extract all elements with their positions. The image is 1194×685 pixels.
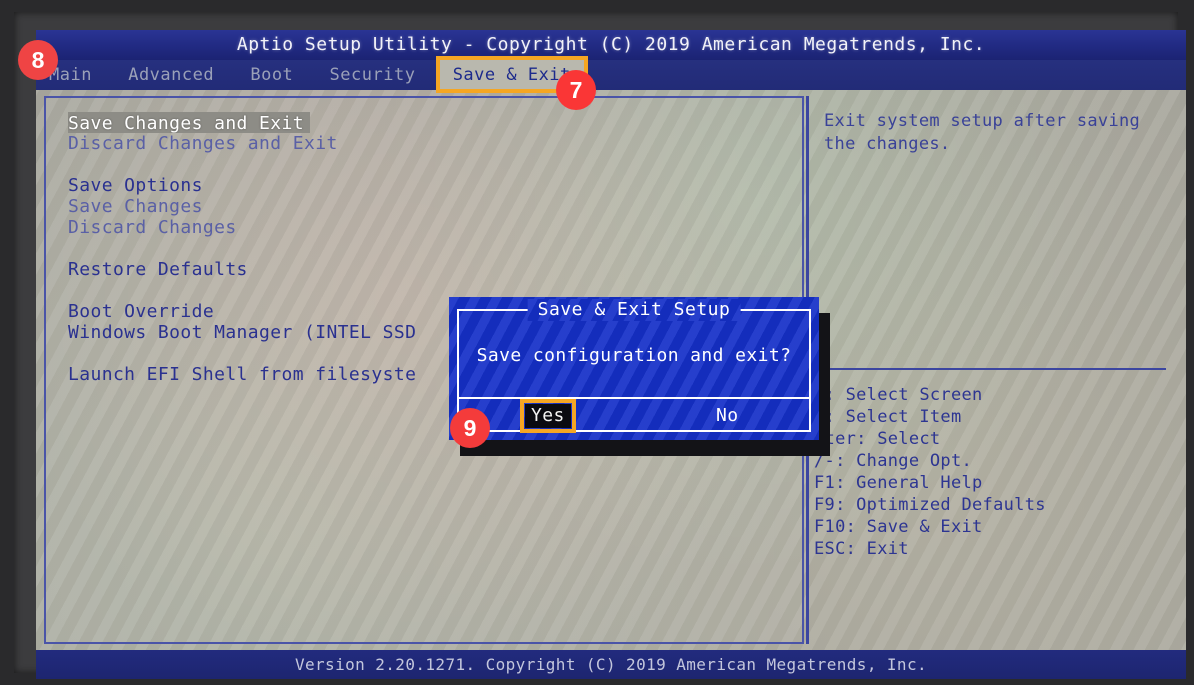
dialog-yes-button[interactable]: Yes	[520, 399, 576, 433]
dialog-title: Save & Exit Setup	[528, 299, 741, 321]
menu-item-restore-defaults[interactable]: Restore Defaults	[68, 259, 788, 280]
key-legend-change-opt: /-: Change Opt.	[814, 451, 973, 471]
tab-boot[interactable]: Boot	[237, 60, 306, 90]
menu-item-save-changes[interactable]: Save Changes	[68, 196, 788, 217]
key-legend-esc-exit: ESC: Exit	[814, 539, 909, 559]
key-legend: ↔: Select Screen ↓: Select Item nter: Se…	[814, 384, 1174, 560]
monitor-bezel-inner: Aptio Setup Utility - Copyright (C) 2019…	[14, 12, 1186, 679]
menu-item-save-changes-and-exit[interactable]: Save Changes and Exit	[68, 112, 310, 133]
monitor-bezel: Aptio Setup Utility - Copyright (C) 2019…	[0, 0, 1194, 685]
menu-item-discard-changes-and-exit[interactable]: Discard Changes and Exit	[68, 133, 788, 154]
footer-version: Version 2.20.1271. Copyright (C) 2019 Am…	[36, 650, 1186, 679]
list-spacer-2	[68, 238, 788, 259]
tab-advanced[interactable]: Advanced	[115, 60, 227, 90]
key-legend-select-item: ↓: Select Item	[814, 407, 962, 427]
key-legend-select-screen: ↔: Select Screen	[814, 385, 983, 405]
key-legend-general-help: F1: General Help	[814, 473, 983, 493]
menu-item-discard-changes[interactable]: Discard Changes	[68, 217, 788, 238]
step-badge-7: 7	[556, 70, 596, 110]
step-badge-9: 9	[450, 408, 490, 448]
dialog-no-button[interactable]: No	[710, 404, 744, 428]
help-separator	[818, 368, 1166, 370]
list-spacer-1	[68, 154, 788, 175]
dialog-buttons: Yes No	[459, 399, 809, 433]
key-legend-save-and-exit: F10: Save & Exit	[814, 517, 983, 537]
page-title: Aptio Setup Utility - Copyright (C) 2019…	[36, 30, 1186, 60]
help-pane: Exit system setup after saving the chang…	[806, 96, 1178, 644]
save-exit-dialog: Save & Exit Setup Save configuration and…	[449, 297, 819, 440]
menu-tab-bar: Main Advanced Boot Security Save & Exit	[36, 56, 1186, 93]
step-badge-8: 8	[18, 40, 58, 80]
bios-screen: Aptio Setup Utility - Copyright (C) 2019…	[36, 30, 1186, 679]
dialog-message: Save configuration and exit?	[476, 345, 792, 366]
key-legend-optimized-defaults: F9: Optimized Defaults	[814, 495, 1046, 515]
key-legend-enter-select: nter: Select	[814, 429, 941, 449]
tab-security[interactable]: Security	[317, 60, 429, 90]
menu-item-save-options: Save Options	[68, 175, 203, 196]
help-text: Exit system setup after saving the chang…	[824, 111, 1141, 154]
